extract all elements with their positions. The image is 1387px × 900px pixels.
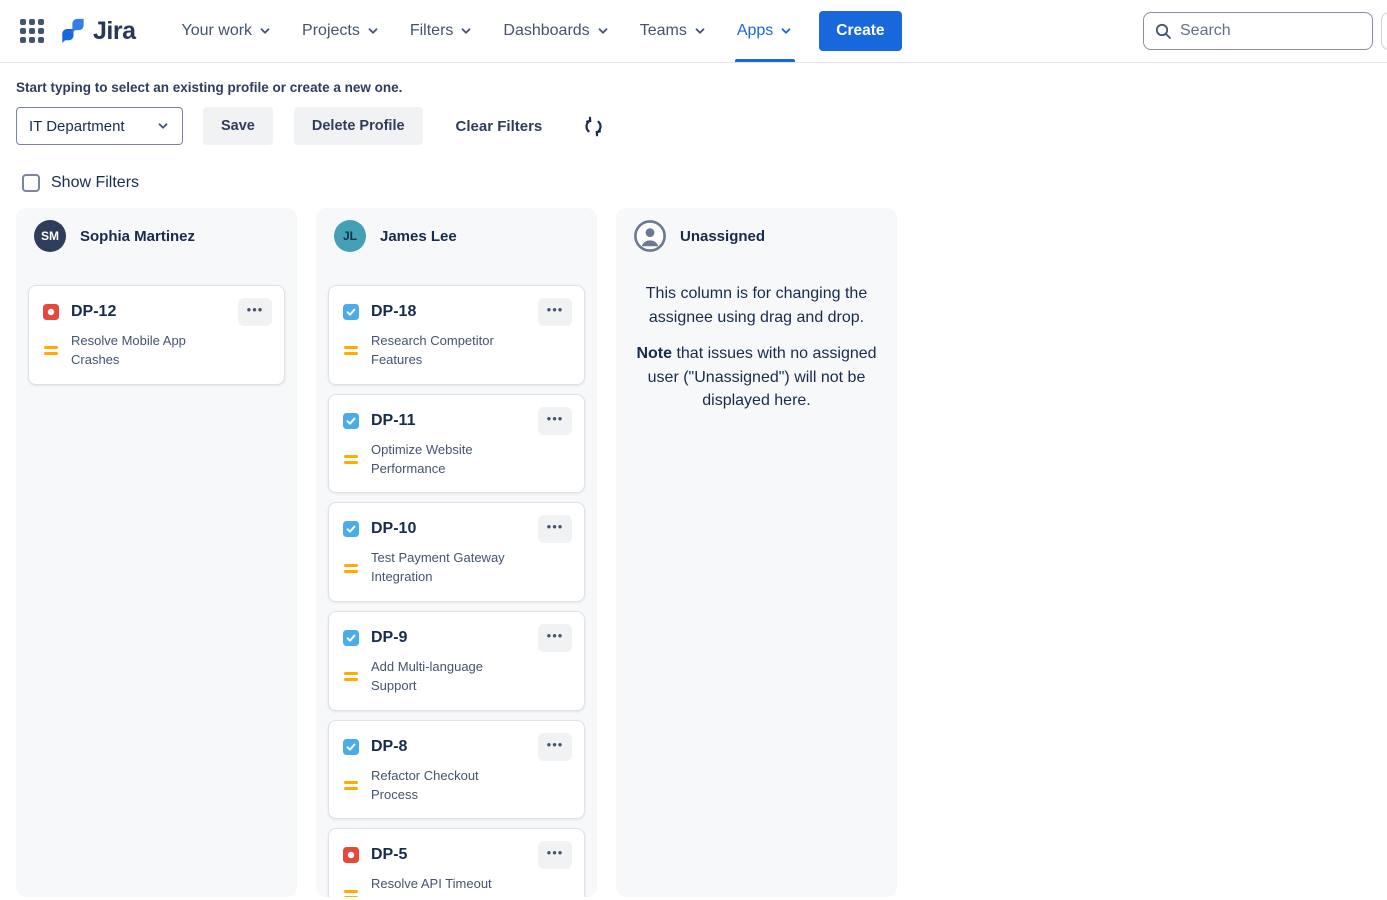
nav-item-teams[interactable]: Teams [628, 0, 719, 62]
issue-key: DP-8 [371, 737, 408, 755]
issue-summary: Add Multi-language Support [371, 659, 484, 693]
profile-select-value: IT Department [29, 117, 125, 135]
card-list: DP-18 ••• Research Competitor Features D… [328, 285, 585, 897]
priority-medium-icon [343, 672, 359, 682]
main-content: Start typing to select an existing profi… [0, 80, 1387, 897]
save-button[interactable]: Save [203, 107, 273, 145]
chevron-down-icon [695, 28, 705, 34]
info-line-1: This column is for changing the assignee… [645, 285, 868, 326]
priority-medium-icon [343, 346, 359, 356]
cut-off-control [1381, 12, 1387, 50]
chevron-down-icon [598, 28, 608, 34]
create-button[interactable]: Create [819, 11, 902, 51]
show-filters-label: Show Filters [51, 174, 140, 191]
issue-card-dp-9[interactable]: DP-9 ••• Add Multi-language Support [328, 611, 585, 711]
card-menu-button[interactable]: ••• [538, 624, 572, 653]
info-line-2: Note that issues with no assigned user (… [636, 345, 877, 410]
clear-filters-button[interactable]: Clear Filters [456, 118, 543, 135]
issue-card-dp-11[interactable]: DP-11 ••• Optimize Website Performance [328, 393, 585, 494]
refresh-button[interactable] [582, 115, 605, 138]
chevron-down-icon [260, 28, 270, 34]
issue-key: DP-9 [371, 629, 408, 647]
issue-summary: Research Competitor Features [371, 333, 494, 367]
task-icon [343, 412, 359, 429]
priority-medium-icon [343, 563, 359, 573]
profile-toolbar: IT Department Save Delete Profile Clear … [16, 107, 1371, 145]
nav-item-apps[interactable]: Apps [725, 0, 805, 62]
task-icon [343, 630, 359, 647]
card-menu-button[interactable]: ••• [238, 298, 272, 326]
issue-card-dp-8[interactable]: DP-8 ••• Refactor Checkout Process [328, 719, 585, 820]
column-name: James Lee [380, 227, 457, 245]
issue-summary: Test Payment Gateway Integration [371, 550, 505, 585]
priority-medium-icon [343, 889, 359, 897]
unassigned-info-text: This column is for changing the assignee… [628, 282, 885, 413]
issue-summary: Optimize Website Performance [371, 441, 473, 476]
issue-key: DP-5 [371, 846, 408, 864]
card-menu-button[interactable]: ••• [538, 298, 572, 326]
refresh-icon [582, 116, 605, 141]
card-menu-button[interactable]: ••• [538, 406, 572, 435]
jira-logo[interactable]: Jira [60, 16, 136, 46]
primary-nav: Your work Projects Filters Dashboards Te… [169, 0, 805, 62]
nav-item-dashboards[interactable]: Dashboards [491, 0, 621, 62]
issue-key: DP-12 [71, 303, 117, 320]
chevron-down-icon [156, 119, 170, 133]
task-icon [343, 521, 359, 538]
note-emphasis: Note [636, 345, 672, 363]
jira-logo-icon [60, 18, 87, 45]
board-column-unassigned: Unassigned This column is for changing t… [616, 208, 897, 897]
priority-medium-icon [43, 346, 59, 356]
issue-key: DP-10 [371, 520, 417, 538]
chevron-down-icon [781, 28, 791, 34]
priority-medium-icon [343, 781, 359, 791]
profile-select[interactable]: IT Department [16, 107, 183, 145]
chevron-down-icon [368, 28, 378, 34]
show-filters-checkbox[interactable] [22, 174, 40, 192]
profile-hint-text: Start typing to select an existing profi… [16, 80, 403, 95]
column-header: JL James Lee [328, 220, 585, 252]
issue-summary: Resolve API Timeout Errors [371, 876, 492, 897]
search-input[interactable] [1180, 22, 1362, 40]
avatar: SM [34, 220, 66, 252]
card-menu-button[interactable]: ••• [538, 841, 572, 870]
column-name: Sophia Martinez [80, 227, 196, 245]
issue-key: DP-11 [371, 411, 416, 429]
issue-card-dp-18[interactable]: DP-18 ••• Research Competitor Features [328, 285, 585, 385]
bug-icon [343, 847, 359, 864]
search-icon [1154, 22, 1172, 40]
column-header: Unassigned [628, 220, 885, 252]
top-nav: Jira Your work Projects Filters Dashboar… [0, 0, 1387, 63]
issue-card-dp-10[interactable]: DP-10 ••• Test Payment Gateway Integrati… [328, 502, 585, 603]
app-switcher-icon[interactable] [20, 19, 44, 43]
task-icon [343, 304, 359, 320]
card-menu-button[interactable]: ••• [538, 515, 572, 544]
delete-profile-button[interactable]: Delete Profile [293, 107, 423, 145]
nav-item-projects[interactable]: Projects [290, 0, 392, 62]
card-menu-button[interactable]: ••• [538, 732, 572, 761]
show-filters-row: Show Filters [16, 174, 1371, 192]
issue-summary: Resolve Mobile App Crashes [71, 333, 186, 367]
card-list: DP-12 ••• Resolve Mobile App Crashes [28, 285, 285, 385]
nav-item-filters[interactable]: Filters [398, 0, 486, 62]
nav-item-your-work[interactable]: Your work [169, 0, 284, 62]
board-column-sophia-martinez: SM Sophia Martinez DP-12 ••• Resolve Mob… [16, 208, 297, 897]
board-column-james-lee: JL James Lee DP-18 ••• Research Competit… [316, 208, 597, 897]
assignee-board: SM Sophia Martinez DP-12 ••• Resolve Mob… [16, 208, 1371, 897]
bug-icon [43, 304, 59, 320]
chevron-down-icon [462, 28, 471, 34]
unassigned-avatar-icon [634, 220, 666, 252]
column-header: SM Sophia Martinez [28, 220, 285, 252]
issue-card-dp-5[interactable]: DP-5 ••• Resolve API Timeout Errors [328, 828, 585, 897]
avatar: JL [334, 220, 366, 252]
issue-key: DP-18 [371, 303, 417, 320]
issue-summary: Refactor Checkout Process [371, 767, 479, 802]
priority-medium-icon [343, 455, 359, 465]
search-box[interactable] [1143, 12, 1373, 50]
task-icon [343, 738, 359, 755]
issue-card-dp-12[interactable]: DP-12 ••• Resolve Mobile App Crashes [28, 285, 285, 385]
jira-logo-text: Jira [93, 16, 136, 45]
column-name: Unassigned [680, 227, 766, 245]
